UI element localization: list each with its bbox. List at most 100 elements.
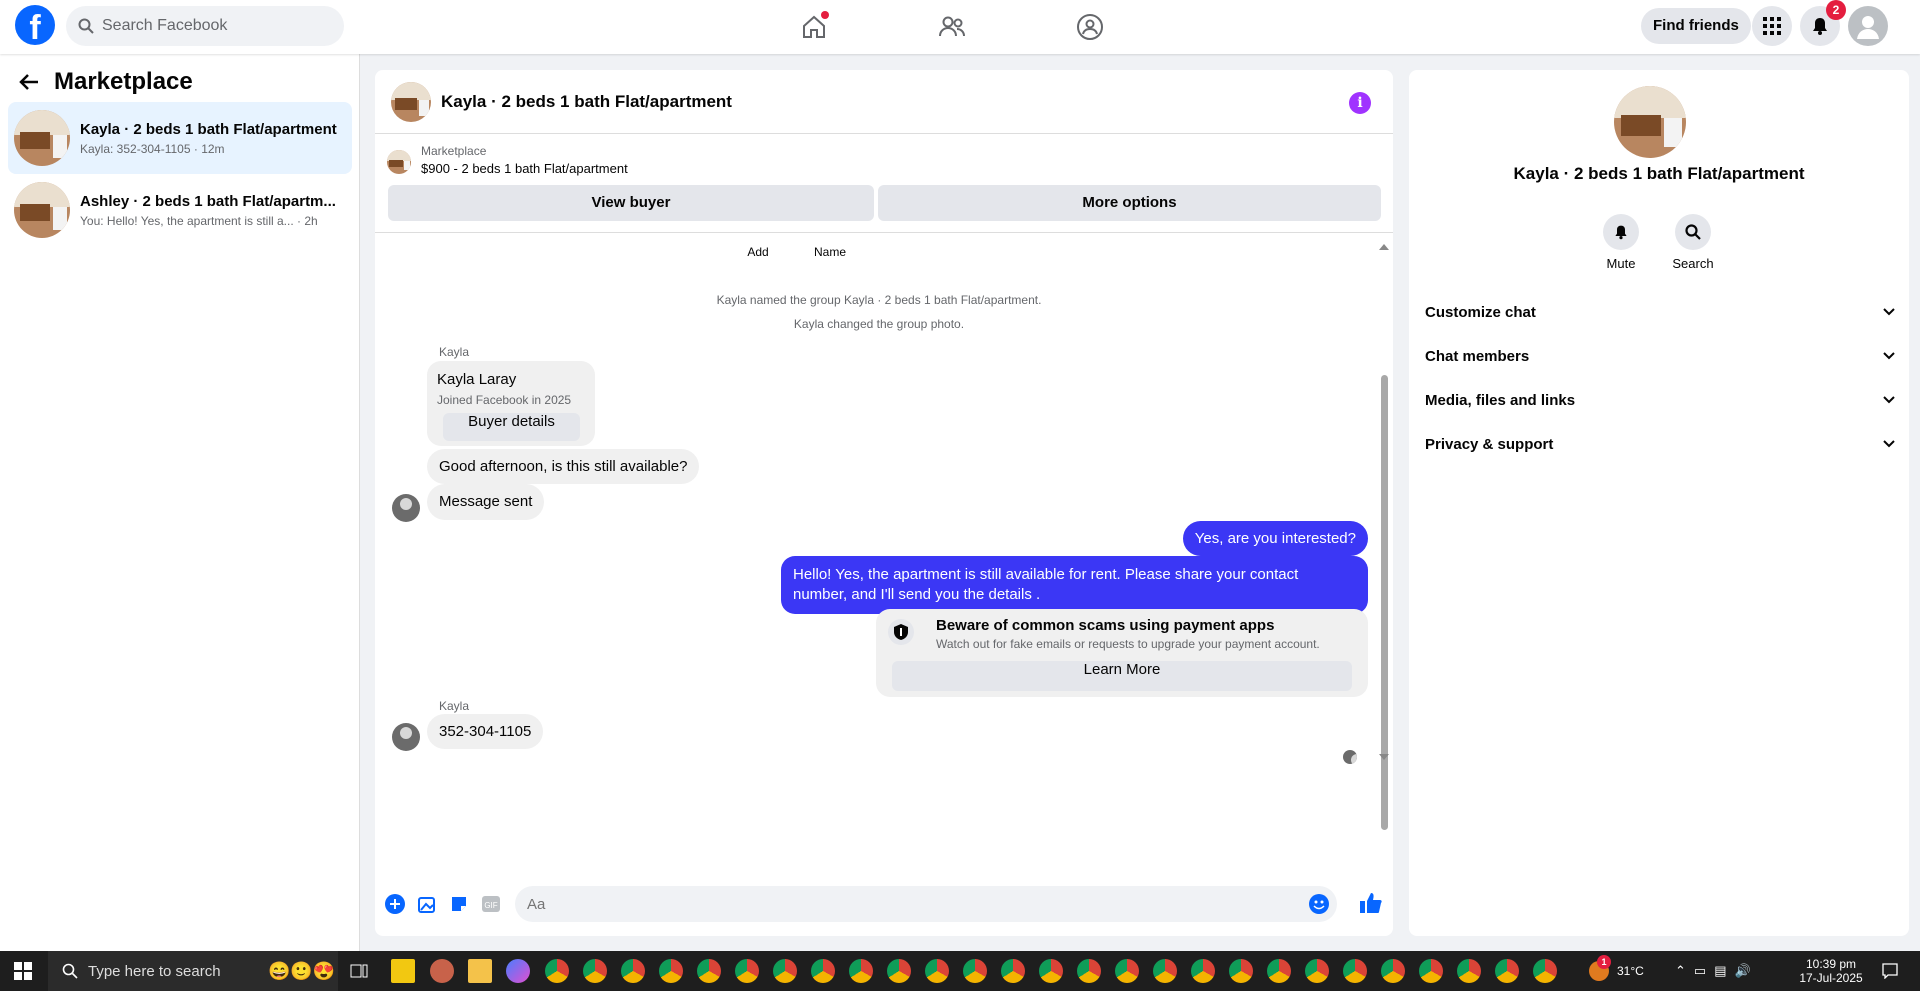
info-icon[interactable]: i [1349, 92, 1371, 114]
buyer-details-button[interactable]: Buyer details [443, 413, 580, 441]
search-box[interactable] [66, 6, 344, 46]
chrome-icon[interactable] [659, 959, 683, 983]
search-in-chat-button[interactable]: Search [1663, 214, 1723, 271]
home-nav-icon[interactable] [797, 10, 831, 44]
chrome-icon[interactable] [1457, 959, 1481, 983]
more-options-button[interactable]: More options [878, 185, 1381, 221]
message-scrollbar[interactable] [1379, 243, 1389, 863]
system-tray-icons[interactable]: ⌃ ▭ ▤ 🔊 [1675, 951, 1751, 991]
kayla-avatar[interactable] [392, 494, 420, 522]
listing-title[interactable]: $900 - 2 beds 1 bath Flat/apartment [421, 161, 628, 176]
facebook-logo-icon[interactable]: f [15, 5, 55, 45]
scrollbar-thumb[interactable] [1381, 375, 1388, 830]
chrome-icon[interactable] [583, 959, 607, 983]
chrome-icon[interactable] [1039, 959, 1063, 983]
search-input[interactable] [102, 17, 322, 35]
chrome-icon[interactable] [1533, 959, 1557, 983]
message-composer[interactable] [515, 886, 1337, 922]
chrome-icon[interactable] [1267, 959, 1291, 983]
chrome-icon[interactable] [773, 959, 797, 983]
back-arrow-icon[interactable] [18, 72, 40, 92]
chrome-icon[interactable] [1001, 959, 1025, 983]
chrome-icon[interactable] [621, 959, 645, 983]
like-thumb-icon[interactable] [1359, 892, 1383, 914]
chrome-icon[interactable] [1343, 959, 1367, 983]
incoming-message[interactable]: Good afternoon, is this still available? [427, 449, 700, 484]
message-input[interactable] [527, 895, 1287, 913]
weather-icon: 1 [1589, 955, 1611, 981]
sticker-icon[interactable] [449, 894, 469, 914]
chrome-icon[interactable] [545, 959, 569, 983]
emoji-icon[interactable] [1309, 894, 1329, 914]
chrome-icon[interactable] [697, 959, 721, 983]
chevron-down-icon [1883, 396, 1895, 404]
menu-grid-icon[interactable] [1752, 6, 1792, 46]
volume-icon[interactable]: 🔊 [1735, 963, 1751, 979]
weather-widget[interactable]: 1 31°C [1589, 951, 1644, 991]
chrome-icon[interactable] [887, 959, 911, 983]
notifications-bell-icon[interactable]: 2 [1800, 0, 1846, 46]
bell-icon [1615, 225, 1627, 240]
incoming-message[interactable]: Message sent [427, 484, 545, 520]
profile-avatar[interactable] [1848, 6, 1888, 46]
network-icon[interactable]: ▤ [1714, 963, 1726, 979]
marketplace-listing-banner: Marketplace $900 - 2 beds 1 bath Flat/ap… [387, 144, 628, 176]
chrome-icon[interactable] [1077, 959, 1101, 983]
copilot-icon[interactable] [506, 959, 530, 983]
chevron-up-icon[interactable]: ⌃ [1675, 963, 1686, 979]
outgoing-message[interactable]: Hello! Yes, the apartment is still avail… [781, 556, 1368, 614]
groups-nav-icon[interactable] [1073, 10, 1107, 44]
top-bar: f Find friends 2 [0, 0, 1920, 54]
kayla-avatar[interactable] [392, 723, 420, 751]
taskbar-search[interactable]: 😄🙂😍 [48, 951, 338, 991]
chrome-icon[interactable] [1419, 959, 1443, 983]
chat-members-section[interactable]: Chat members [1425, 336, 1895, 376]
chrome-icon[interactable] [811, 959, 835, 983]
learn-more-button[interactable]: Learn More [892, 661, 1352, 691]
notification-center-icon[interactable] [1882, 963, 1898, 979]
windows-start-icon[interactable] [14, 962, 32, 980]
file-explorer-icon[interactable] [468, 959, 492, 983]
group-photo[interactable] [391, 81, 431, 122]
chrome-icon[interactable] [849, 959, 873, 983]
chat-title[interactable]: Kayla · 2 beds 1 bath Flat/apartment [441, 92, 732, 112]
gif-icon[interactable]: GIF [481, 894, 501, 914]
chrome-icon[interactable] [1229, 959, 1253, 983]
chrome-icon[interactable] [1305, 959, 1329, 983]
add-member-label[interactable]: Add [740, 245, 776, 259]
find-friends-button[interactable]: Find friends [1641, 8, 1751, 44]
photo-icon[interactable] [417, 894, 437, 914]
conversation-preview: Kayla: 352-304-1105 · 12m [80, 141, 225, 156]
chrome-icon[interactable] [1153, 959, 1177, 983]
conversation-item-kayla[interactable]: Kayla · 2 beds 1 bath Flat/apartment Kay… [8, 102, 352, 174]
chrome-icon[interactable] [1191, 959, 1215, 983]
chrome-icon[interactable] [1381, 959, 1405, 983]
task-view-icon[interactable] [350, 962, 368, 980]
media-files-links-section[interactable]: Media, files and links [1425, 380, 1895, 420]
view-buyer-button[interactable]: View buyer [388, 185, 874, 221]
incoming-message[interactable]: 352-304-1105 [427, 714, 544, 749]
sticky-notes-icon[interactable] [391, 959, 415, 983]
app-icon[interactable] [430, 959, 454, 983]
group-photo-large[interactable] [1614, 86, 1686, 158]
plus-circle-icon[interactable] [385, 894, 405, 914]
clock[interactable]: 10:39 pm 17-Jul-2025 [1796, 951, 1866, 991]
conversation-item-ashley[interactable]: Ashley · 2 beds 1 bath Flat/apartm... Yo… [8, 174, 352, 246]
taskbar-search-input[interactable] [88, 962, 258, 980]
outgoing-message[interactable]: Yes, are you interested? [1182, 521, 1368, 556]
customize-chat-section[interactable]: Customize chat [1425, 292, 1895, 332]
privacy-support-section[interactable]: Privacy & support [1425, 424, 1895, 464]
emoji-search-highlight-icon: 😄🙂😍 [268, 960, 336, 981]
mute-button[interactable]: Mute [1591, 214, 1651, 271]
name-group-label[interactable]: Name [805, 245, 855, 259]
scroll-down-arrow-icon[interactable] [1379, 753, 1389, 761]
chrome-icon[interactable] [1495, 959, 1519, 983]
scroll-up-arrow-icon[interactable] [1379, 243, 1389, 251]
chrome-icon[interactable] [1115, 959, 1139, 983]
chrome-icon[interactable] [963, 959, 987, 983]
friends-nav-icon[interactable] [935, 10, 969, 44]
details-title: Kayla · 2 beds 1 bath Flat/apartment [1513, 164, 1805, 183]
meet-now-icon[interactable]: ▭ [1694, 963, 1706, 979]
chrome-icon[interactable] [925, 959, 949, 983]
chrome-icon[interactable] [735, 959, 759, 983]
